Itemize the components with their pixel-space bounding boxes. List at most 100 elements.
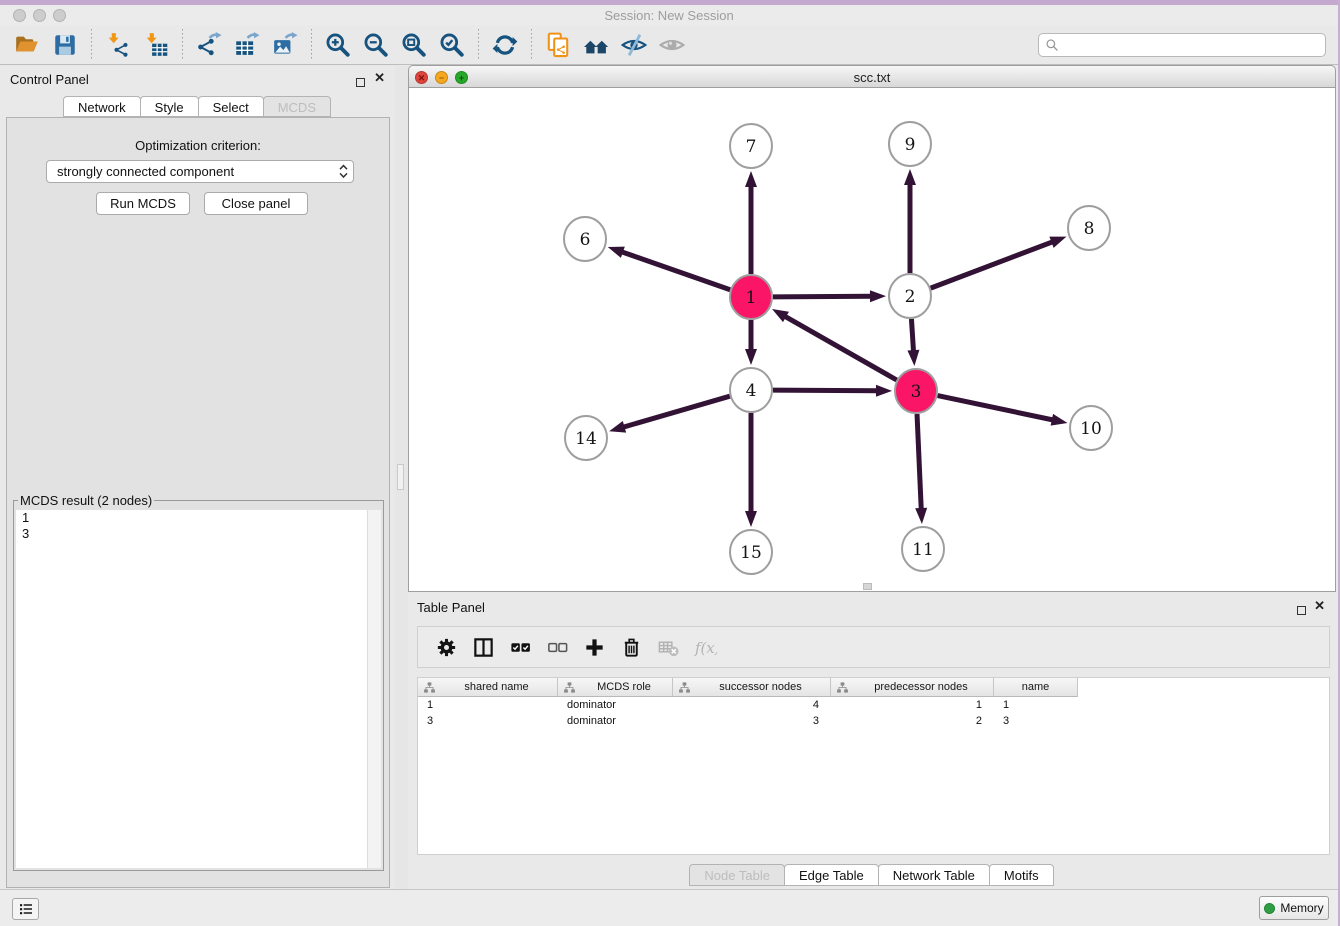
graph-node-3[interactable]: 3 xyxy=(895,369,937,413)
tab-network-table[interactable]: Network Table xyxy=(878,864,990,886)
graph-node-11[interactable]: 11 xyxy=(902,527,944,571)
tab-node-table[interactable]: Node Table xyxy=(689,864,785,886)
show-hidden-icon xyxy=(653,28,691,62)
hide-selected-icon[interactable] xyxy=(615,28,653,62)
optimization-criterion-select[interactable]: strongly connected component xyxy=(46,160,354,183)
save-session-icon[interactable] xyxy=(46,28,84,62)
shared-column-icon xyxy=(836,681,849,694)
graph-edge[interactable] xyxy=(745,171,757,274)
table-cell[interactable]: 1 xyxy=(994,699,1078,711)
node-label: 6 xyxy=(580,230,591,250)
table-cell[interactable]: dominator xyxy=(558,715,673,727)
node-label: 10 xyxy=(1080,419,1102,439)
graph-node-14[interactable]: 14 xyxy=(565,416,607,460)
clone-network-icon[interactable] xyxy=(539,28,577,62)
graph-node-4[interactable]: 4 xyxy=(730,368,772,412)
zoom-fit-icon[interactable] xyxy=(395,28,433,62)
graph-node-9[interactable]: 9 xyxy=(889,122,931,166)
mcds-result-text[interactable]: 13 xyxy=(16,510,381,868)
memory-label: Memory xyxy=(1280,901,1323,915)
graph-node-6[interactable]: 6 xyxy=(564,217,606,261)
run-mcds-button[interactable]: Run MCDS xyxy=(96,192,190,215)
search-input[interactable] xyxy=(1063,37,1319,53)
add-column-icon[interactable] xyxy=(576,631,613,663)
graph-node-8[interactable]: 8 xyxy=(1068,206,1110,250)
tab-mcds[interactable]: MCDS xyxy=(263,96,331,117)
import-table-icon[interactable] xyxy=(137,28,175,62)
graph-node-15[interactable]: 15 xyxy=(730,530,772,574)
table-row[interactable]: 1dominator411 xyxy=(418,697,1329,713)
graph-edge[interactable] xyxy=(609,396,730,432)
tab-network[interactable]: Network xyxy=(63,96,141,117)
column-header-predecessor-nodes[interactable]: predecessor nodes xyxy=(831,678,994,697)
import-network-icon[interactable] xyxy=(99,28,137,62)
graph-node-7[interactable]: 7 xyxy=(730,124,772,168)
tab-motifs[interactable]: Motifs xyxy=(989,864,1054,886)
panel-splitter[interactable] xyxy=(395,66,408,890)
graph-edge[interactable] xyxy=(608,247,730,290)
split-panel-icon[interactable] xyxy=(465,631,502,663)
graph-edge[interactable] xyxy=(745,413,757,527)
first-neighbors-icon[interactable] xyxy=(577,28,615,62)
table-cell[interactable]: 2 xyxy=(831,715,994,727)
table-toolbar: f(x) xyxy=(417,626,1330,668)
column-header-MCDS-role[interactable]: MCDS role xyxy=(558,678,673,697)
deselect-all-rows-icon[interactable] xyxy=(539,631,576,663)
column-header-name[interactable]: name xyxy=(994,678,1078,697)
table-panel: Table Panel ✕ f(x) shared nameMCDS roles… xyxy=(408,595,1336,890)
splitter-grip[interactable] xyxy=(397,464,404,490)
open-session-icon[interactable] xyxy=(8,28,46,62)
graph-edge[interactable] xyxy=(904,169,916,273)
table-cell[interactable]: 4 xyxy=(673,699,831,711)
zoom-selected-icon[interactable] xyxy=(433,28,471,62)
delete-column-icon[interactable] xyxy=(613,631,650,663)
canvas-resize-grip[interactable] xyxy=(863,583,872,590)
graph-edge[interactable] xyxy=(745,320,757,365)
tab-select[interactable]: Select xyxy=(198,96,264,117)
table-cell[interactable]: 3 xyxy=(673,715,831,727)
graph-edge[interactable] xyxy=(938,396,1068,426)
export-table-icon[interactable] xyxy=(228,28,266,62)
table-cell[interactable]: 1 xyxy=(418,699,558,711)
close-table-panel-icon[interactable]: ✕ xyxy=(1314,601,1325,611)
refresh-network-icon[interactable] xyxy=(486,28,524,62)
network-view-title: scc.txt xyxy=(409,70,1335,85)
export-network-icon[interactable] xyxy=(190,28,228,62)
graph-edge[interactable] xyxy=(773,290,886,302)
graph-edge[interactable] xyxy=(773,385,892,397)
table-cell[interactable]: 3 xyxy=(418,715,558,727)
graph-node-10[interactable]: 10 xyxy=(1070,406,1112,450)
table-cell[interactable]: 1 xyxy=(831,699,994,711)
table-cell[interactable]: 3 xyxy=(994,715,1078,727)
float-panel-icon[interactable] xyxy=(356,74,365,92)
graph-edge[interactable] xyxy=(907,319,919,366)
task-history-button[interactable] xyxy=(12,898,39,920)
graph-node-1[interactable]: 1 xyxy=(730,275,772,319)
tab-style[interactable]: Style xyxy=(140,96,199,117)
table-header-row: shared nameMCDS rolesuccessor nodesprede… xyxy=(418,678,1329,697)
zoom-in-icon[interactable] xyxy=(319,28,357,62)
select-all-rows-icon[interactable] xyxy=(502,631,539,663)
graph-edge[interactable] xyxy=(931,237,1067,289)
main-toolbar xyxy=(0,25,1338,65)
close-panel-button[interactable]: Close panel xyxy=(204,192,308,215)
export-image-icon[interactable] xyxy=(266,28,304,62)
memory-button[interactable]: Memory xyxy=(1259,896,1329,920)
graph-edge[interactable] xyxy=(915,414,927,524)
float-table-panel-icon[interactable] xyxy=(1297,602,1306,620)
close-panel-icon[interactable]: ✕ xyxy=(374,73,385,83)
tab-edge-table[interactable]: Edge Table xyxy=(784,864,879,886)
column-header-shared-name[interactable]: shared name xyxy=(418,678,558,697)
table-cell[interactable]: dominator xyxy=(558,699,673,711)
scrollbar[interactable] xyxy=(367,510,381,868)
toolbar-separator xyxy=(478,29,479,61)
graph-node-2[interactable]: 2 xyxy=(889,274,931,318)
table-settings-icon[interactable] xyxy=(428,631,465,663)
control-panel-tabs: NetworkStyleSelectMCDS xyxy=(0,96,395,117)
table-row[interactable]: 3dominator323 xyxy=(418,713,1329,729)
graph-edge[interactable] xyxy=(772,309,897,380)
zoom-out-icon[interactable] xyxy=(357,28,395,62)
toolbar-separator xyxy=(531,29,532,61)
column-header-successor-nodes[interactable]: successor nodes xyxy=(673,678,831,697)
network-canvas[interactable]: 7 9 6 8 1 2 4 3 14 10 15 11 xyxy=(408,88,1336,592)
